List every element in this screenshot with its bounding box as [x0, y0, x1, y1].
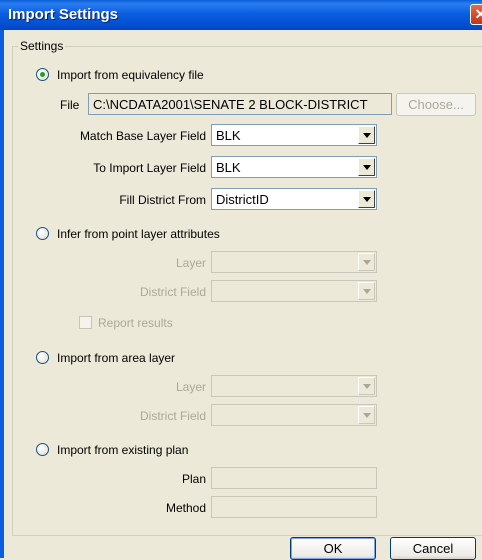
- file-path-field[interactable]: C:\NCDATA2001\SENATE 2 BLOCK-DISTRICT: [88, 93, 392, 115]
- choose-button[interactable]: Choose...: [396, 93, 476, 116]
- radio-area-layer-label: Import from area layer: [57, 351, 176, 365]
- match-base-select[interactable]: BLK: [211, 124, 377, 146]
- fill-district-value: DistrictID: [216, 192, 269, 207]
- radio-area-layer[interactable]: [36, 351, 49, 364]
- match-base-value: BLK: [216, 128, 241, 143]
- chevron-down-icon[interactable]: [358, 126, 375, 144]
- ok-button[interactable]: OK: [290, 537, 376, 560]
- cancel-button[interactable]: Cancel: [390, 537, 476, 560]
- settings-legend: Settings: [18, 39, 66, 53]
- fill-district-label: Fill District From: [119, 193, 206, 207]
- radio-point-layer-label: Infer from point layer attributes: [57, 227, 220, 241]
- to-import-value: BLK: [216, 160, 241, 175]
- chevron-down-icon[interactable]: [358, 158, 375, 176]
- file-label: File: [60, 98, 80, 112]
- point-layer-label: Layer: [175, 256, 206, 270]
- area-district-label: District Field: [139, 409, 206, 423]
- plan-field[interactable]: [211, 467, 377, 489]
- window-title: Import Settings: [8, 6, 119, 23]
- radio-existing-plan-label: Import from existing plan: [57, 443, 189, 457]
- radio-equivalency-label: Import from equivalency file: [57, 68, 204, 82]
- to-import-select[interactable]: BLK: [211, 156, 377, 178]
- plan-label: Plan: [181, 472, 206, 486]
- chevron-down-icon[interactable]: [358, 406, 375, 424]
- point-district-select[interactable]: [211, 280, 377, 302]
- radio-equivalency-file[interactable]: [36, 68, 49, 81]
- radio-point-layer[interactable]: [36, 227, 49, 240]
- chevron-down-icon[interactable]: [358, 282, 375, 300]
- match-base-label: Match Base Layer Field: [79, 129, 206, 143]
- radio-selected-dot: [40, 72, 45, 77]
- point-district-label: District Field: [139, 285, 206, 299]
- area-layer-label: Layer: [175, 380, 206, 394]
- method-field[interactable]: [211, 496, 377, 518]
- point-layer-select[interactable]: [211, 251, 377, 273]
- chevron-down-icon[interactable]: [358, 377, 375, 395]
- fill-district-select[interactable]: DistrictID: [211, 188, 377, 210]
- report-results-label: Report results: [98, 316, 173, 330]
- area-layer-select[interactable]: [211, 375, 377, 397]
- to-import-label: To Import Layer Field: [93, 161, 206, 175]
- window-frame-left: [0, 30, 4, 558]
- chevron-down-icon[interactable]: [358, 253, 375, 271]
- title-bar[interactable]: Import Settings ✕: [0, 0, 482, 30]
- chevron-down-icon[interactable]: [358, 190, 375, 208]
- radio-existing-plan[interactable]: [36, 443, 49, 456]
- area-district-select[interactable]: [211, 404, 377, 426]
- close-icon: ✕: [474, 6, 482, 22]
- report-results-checkbox[interactable]: [79, 316, 92, 329]
- method-label: Method: [165, 501, 206, 515]
- close-button[interactable]: ✕: [470, 4, 482, 25]
